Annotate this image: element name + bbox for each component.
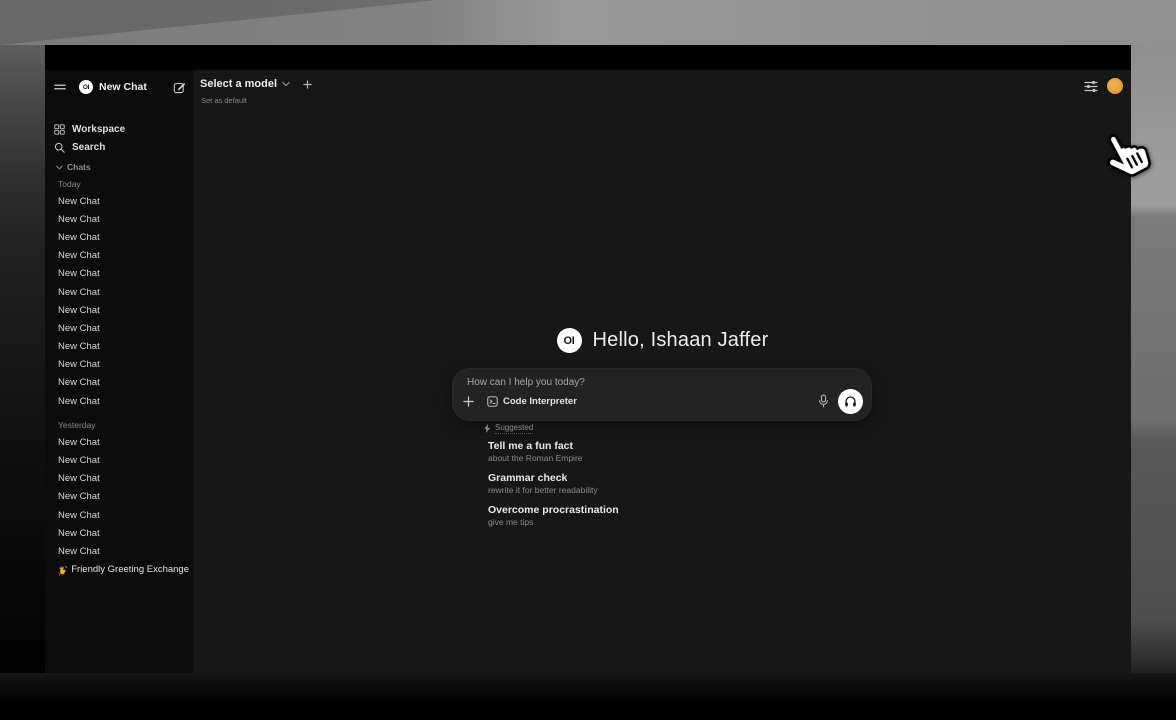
- chat-list-item[interactable]: New Chat: [53, 192, 189, 210]
- chat-list-item[interactable]: New Chat: [53, 356, 189, 374]
- chat-list-item[interactable]: New Chat: [53, 319, 189, 337]
- window-top-black-bar: [45, 45, 1131, 70]
- search-icon: [54, 142, 65, 153]
- lightning-bolt-icon: [484, 424, 491, 433]
- chat-list-item[interactable]: New Chat: [53, 374, 189, 392]
- chat-section-label: Yesterday: [53, 416, 189, 433]
- sidebar-toggle-icon[interactable]: [54, 82, 66, 92]
- header-right: [1084, 78, 1123, 94]
- chat-list-item[interactable]: New Chat: [53, 506, 189, 524]
- chat-list-item[interactable]: New Chat: [53, 392, 189, 410]
- add-model-icon[interactable]: [303, 80, 312, 89]
- set-as-default-link[interactable]: Set as default: [201, 96, 247, 105]
- suggested-prompts: Tell me a fun factabout the Roman Empire…: [488, 440, 848, 536]
- chat-item-label: Friendly Greeting Exchange: [71, 564, 189, 575]
- chat-list-item[interactable]: New Chat: [53, 470, 189, 488]
- suggested-prompt[interactable]: Grammar checkrewrite it for better reada…: [488, 472, 848, 496]
- backdrop-top: [0, 0, 1176, 45]
- chevron-down-icon: [282, 81, 290, 87]
- sidebar-item-workspace[interactable]: Workspace: [54, 120, 187, 138]
- chats-section-toggle[interactable]: Chats: [56, 162, 91, 172]
- chat-list-item[interactable]: New Chat: [53, 542, 189, 560]
- chat-list: TodayNew ChatNew ChatNew ChatNew ChatNew…: [53, 175, 189, 673]
- chat-list-item[interactable]: New Chat: [53, 247, 189, 265]
- sidebar-header: OI New Chat: [54, 77, 186, 97]
- app-logo: OI: [79, 80, 93, 94]
- workspace-grid-icon: [54, 124, 65, 135]
- app-logo-large: OI: [557, 328, 582, 353]
- microphone-icon[interactable]: [818, 394, 829, 408]
- waving-hand-emoji: [58, 565, 67, 575]
- chat-list-item[interactable]: New Chat: [53, 210, 189, 228]
- prompt-title: Tell me a fun fact: [488, 440, 848, 453]
- prompt-subtitle: rewrite it for better readability: [488, 485, 848, 496]
- chats-header-label: Chats: [67, 162, 91, 172]
- code-interpreter-toggle[interactable]: Code Interpreter: [487, 396, 577, 407]
- chat-sections: TodayNew ChatNew ChatNew ChatNew ChatNew…: [53, 175, 189, 561]
- chat-list-item[interactable]: New Chat: [53, 265, 189, 283]
- attach-plus-icon[interactable]: [463, 396, 474, 407]
- prompt-title: Grammar check: [488, 472, 848, 485]
- suggested-label: Suggested: [495, 423, 533, 434]
- app-window: OI New Chat Workspace Search Chats: [45, 45, 1131, 673]
- sidebar: OI New Chat Workspace Search Chats: [45, 70, 194, 673]
- chat-list-item[interactable]: New Chat: [53, 524, 189, 542]
- terminal-icon: [487, 396, 498, 407]
- search-label: Search: [72, 142, 105, 153]
- chevron-down-icon: [56, 165, 63, 170]
- suggested-prompt[interactable]: Overcome procrastinationgive me tips: [488, 504, 848, 528]
- greeting: OI Hello, Ishaan Jaffer: [194, 328, 1131, 353]
- prompt-subtitle: give me tips: [488, 517, 848, 528]
- chat-list-item[interactable]: New Chat: [53, 488, 189, 506]
- sidebar-title: New Chat: [99, 81, 173, 93]
- composer-toolbar: Code Interpreter: [463, 388, 863, 414]
- chat-list-item[interactable]: New Chat: [53, 433, 189, 451]
- greeting-text: Hello, Ishaan Jaffer: [593, 329, 769, 352]
- chat-list-item-special[interactable]: Friendly Greeting Exchange: [53, 561, 189, 579]
- suggested-header: Suggested: [484, 423, 533, 434]
- sidebar-nav: Workspace Search: [54, 120, 187, 156]
- message-input[interactable]: How can I help you today?: [467, 377, 857, 388]
- code-interpreter-label: Code Interpreter: [503, 396, 577, 407]
- controls-sliders-icon[interactable]: [1084, 80, 1098, 93]
- suggested-prompt[interactable]: Tell me a fun factabout the Roman Empire: [488, 440, 848, 464]
- backdrop-left: [0, 45, 45, 690]
- prompt-subtitle: about the Roman Empire: [488, 453, 848, 464]
- chat-list-item[interactable]: New Chat: [53, 301, 189, 319]
- screen: OI New Chat Workspace Search Chats: [0, 0, 1176, 720]
- chat-list-item[interactable]: New Chat: [53, 283, 189, 301]
- user-avatar[interactable]: [1107, 78, 1123, 94]
- model-selector-label: Select a model: [200, 78, 277, 90]
- chat-list-item[interactable]: New Chat: [53, 451, 189, 469]
- backdrop-bottom: [0, 673, 1176, 720]
- new-chat-icon[interactable]: [173, 81, 186, 94]
- chat-list-item[interactable]: New Chat: [53, 228, 189, 246]
- backdrop-wedge: [0, 0, 1176, 45]
- model-selector[interactable]: Select a model: [200, 78, 312, 90]
- message-composer: How can I help you today? Code Interpret…: [452, 368, 872, 421]
- voice-call-button[interactable]: [838, 389, 863, 414]
- headphones-icon: [844, 395, 857, 408]
- chat-section-label: Today: [53, 175, 189, 192]
- workspace-label: Workspace: [72, 124, 125, 135]
- prompt-title: Overcome procrastination: [488, 504, 848, 517]
- chat-list-item[interactable]: New Chat: [53, 338, 189, 356]
- main-area: Select a model Set as default OI Hello, …: [194, 70, 1131, 673]
- sidebar-item-search[interactable]: Search: [54, 138, 187, 156]
- backdrop-right: [1131, 45, 1176, 690]
